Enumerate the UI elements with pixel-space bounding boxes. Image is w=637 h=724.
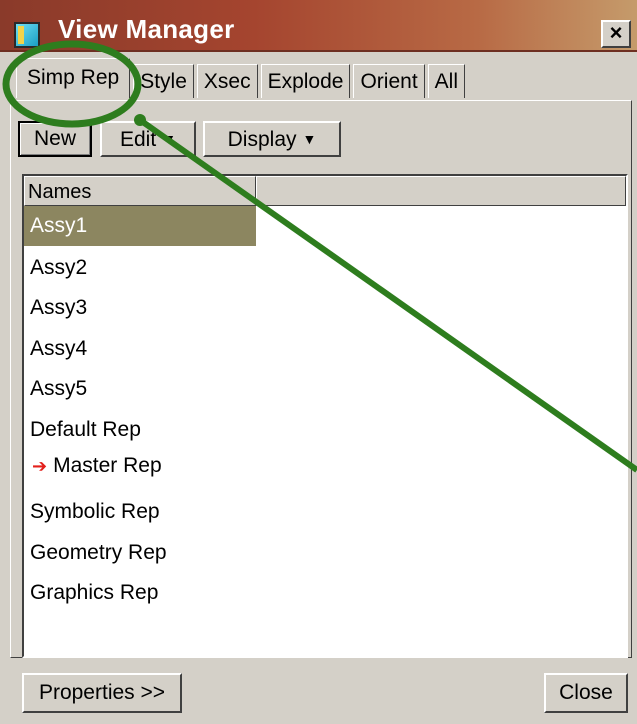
tab-xsec[interactable]: Xsec [196, 64, 258, 98]
properties-button[interactable]: Properties >> [22, 673, 182, 713]
list-item[interactable]: Assy5 [24, 369, 87, 409]
caret-down-icon: ▼ [162, 131, 177, 147]
close-window-button[interactable]: × [601, 20, 631, 48]
edit-menu-button[interactable]: Edit ▼ [100, 121, 196, 157]
edit-label: Edit [119, 128, 157, 151]
display-menu-button[interactable]: Display ▼ [203, 121, 341, 157]
caret-down-icon: ▼ [302, 131, 317, 147]
list-item-active[interactable]: ➔ Master Rep [24, 446, 162, 486]
list-item-label: Symbolic Rep [30, 500, 160, 523]
tab-orient[interactable]: Orient [353, 64, 425, 98]
tab-all[interactable]: All [427, 64, 465, 98]
list-item[interactable]: Assy1 [24, 206, 256, 246]
red-arrow-icon: ➔ [32, 456, 48, 476]
column-header-names[interactable]: Names [24, 176, 256, 206]
display-label: Display [227, 128, 297, 151]
title-bar: View Manager × [0, 0, 637, 52]
window-title: View Manager [58, 14, 235, 44]
list-item-label: Master Rep [53, 454, 162, 477]
tab-explode[interactable]: Explode [260, 64, 351, 98]
properties-label: Properties >> [38, 681, 166, 704]
list-item[interactable]: Assy2 [24, 248, 87, 288]
list-item-label: Assy4 [30, 337, 88, 360]
view-manager-icon [14, 22, 40, 48]
list-item-label: Geometry Rep [30, 541, 167, 564]
close-button[interactable]: Close [544, 673, 628, 713]
tab-strip: Simp Rep Style Xsec Explode Orient All [16, 58, 468, 100]
list-item[interactable]: Default Rep [24, 410, 141, 450]
list-item-label: Default Rep [30, 418, 141, 441]
list-item-label: Assy3 [30, 296, 88, 319]
new-label: New [33, 127, 76, 150]
list-item[interactable]: Geometry Rep [24, 533, 167, 573]
list-item[interactable]: Assy4 [24, 329, 87, 369]
list-item-label: Assy5 [30, 377, 88, 400]
list-item-label: Assy2 [30, 256, 88, 279]
close-label: Close [559, 681, 613, 704]
tab-style[interactable]: Style [133, 64, 194, 98]
representation-list[interactable]: Names Assy1 Assy2 Assy3 Assy4 Assy5 Defa… [22, 174, 628, 658]
list-item-label: Assy1 [30, 214, 88, 237]
list-item[interactable]: Assy3 [24, 288, 87, 328]
new-button[interactable]: New [18, 121, 92, 157]
list-header: Names [24, 176, 626, 206]
list-item[interactable]: Symbolic Rep [24, 492, 160, 532]
tab-simp-rep[interactable]: Simp Rep [16, 58, 131, 98]
list-item[interactable]: Graphics Rep [24, 573, 158, 613]
list-item-label: Graphics Rep [30, 581, 159, 604]
column-header-2[interactable] [256, 176, 626, 206]
